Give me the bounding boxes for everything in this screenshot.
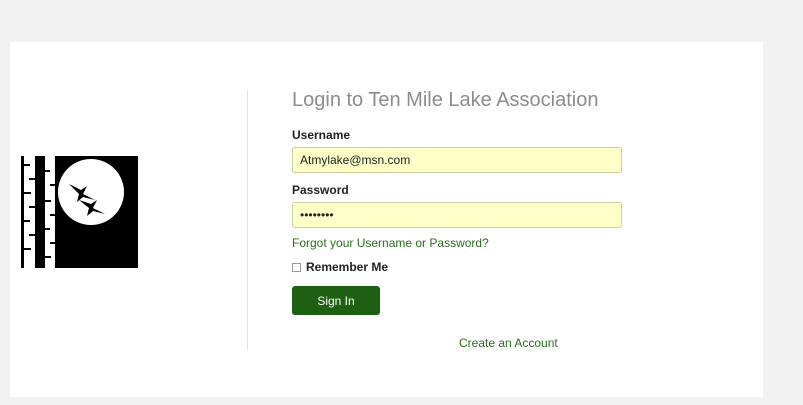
username-label: Username [292, 128, 351, 142]
vertical-divider [247, 90, 248, 350]
right-strip [763, 42, 803, 397]
birch-trees-moon-loons-logo [21, 156, 138, 268]
remember-me-row[interactable]: Remember Me [292, 260, 388, 274]
password-label: Password [292, 183, 349, 197]
remember-me-label: Remember Me [306, 260, 389, 274]
remember-me-checkbox[interactable] [292, 262, 301, 272]
forgot-credentials-link[interactable]: Forgot your Username or Password? [292, 236, 489, 250]
password-input[interactable]: •••••••• [292, 202, 622, 228]
login-form: Login to Ten Mile Lake Association Usern… [292, 88, 624, 350]
sign-in-button[interactable]: Sign In [292, 286, 380, 315]
create-account-link[interactable]: Create an Account [459, 336, 558, 350]
username-input[interactable]: Atmylake@msn.com [292, 147, 622, 173]
login-title: Login to Ten Mile Lake Association [292, 89, 599, 111]
